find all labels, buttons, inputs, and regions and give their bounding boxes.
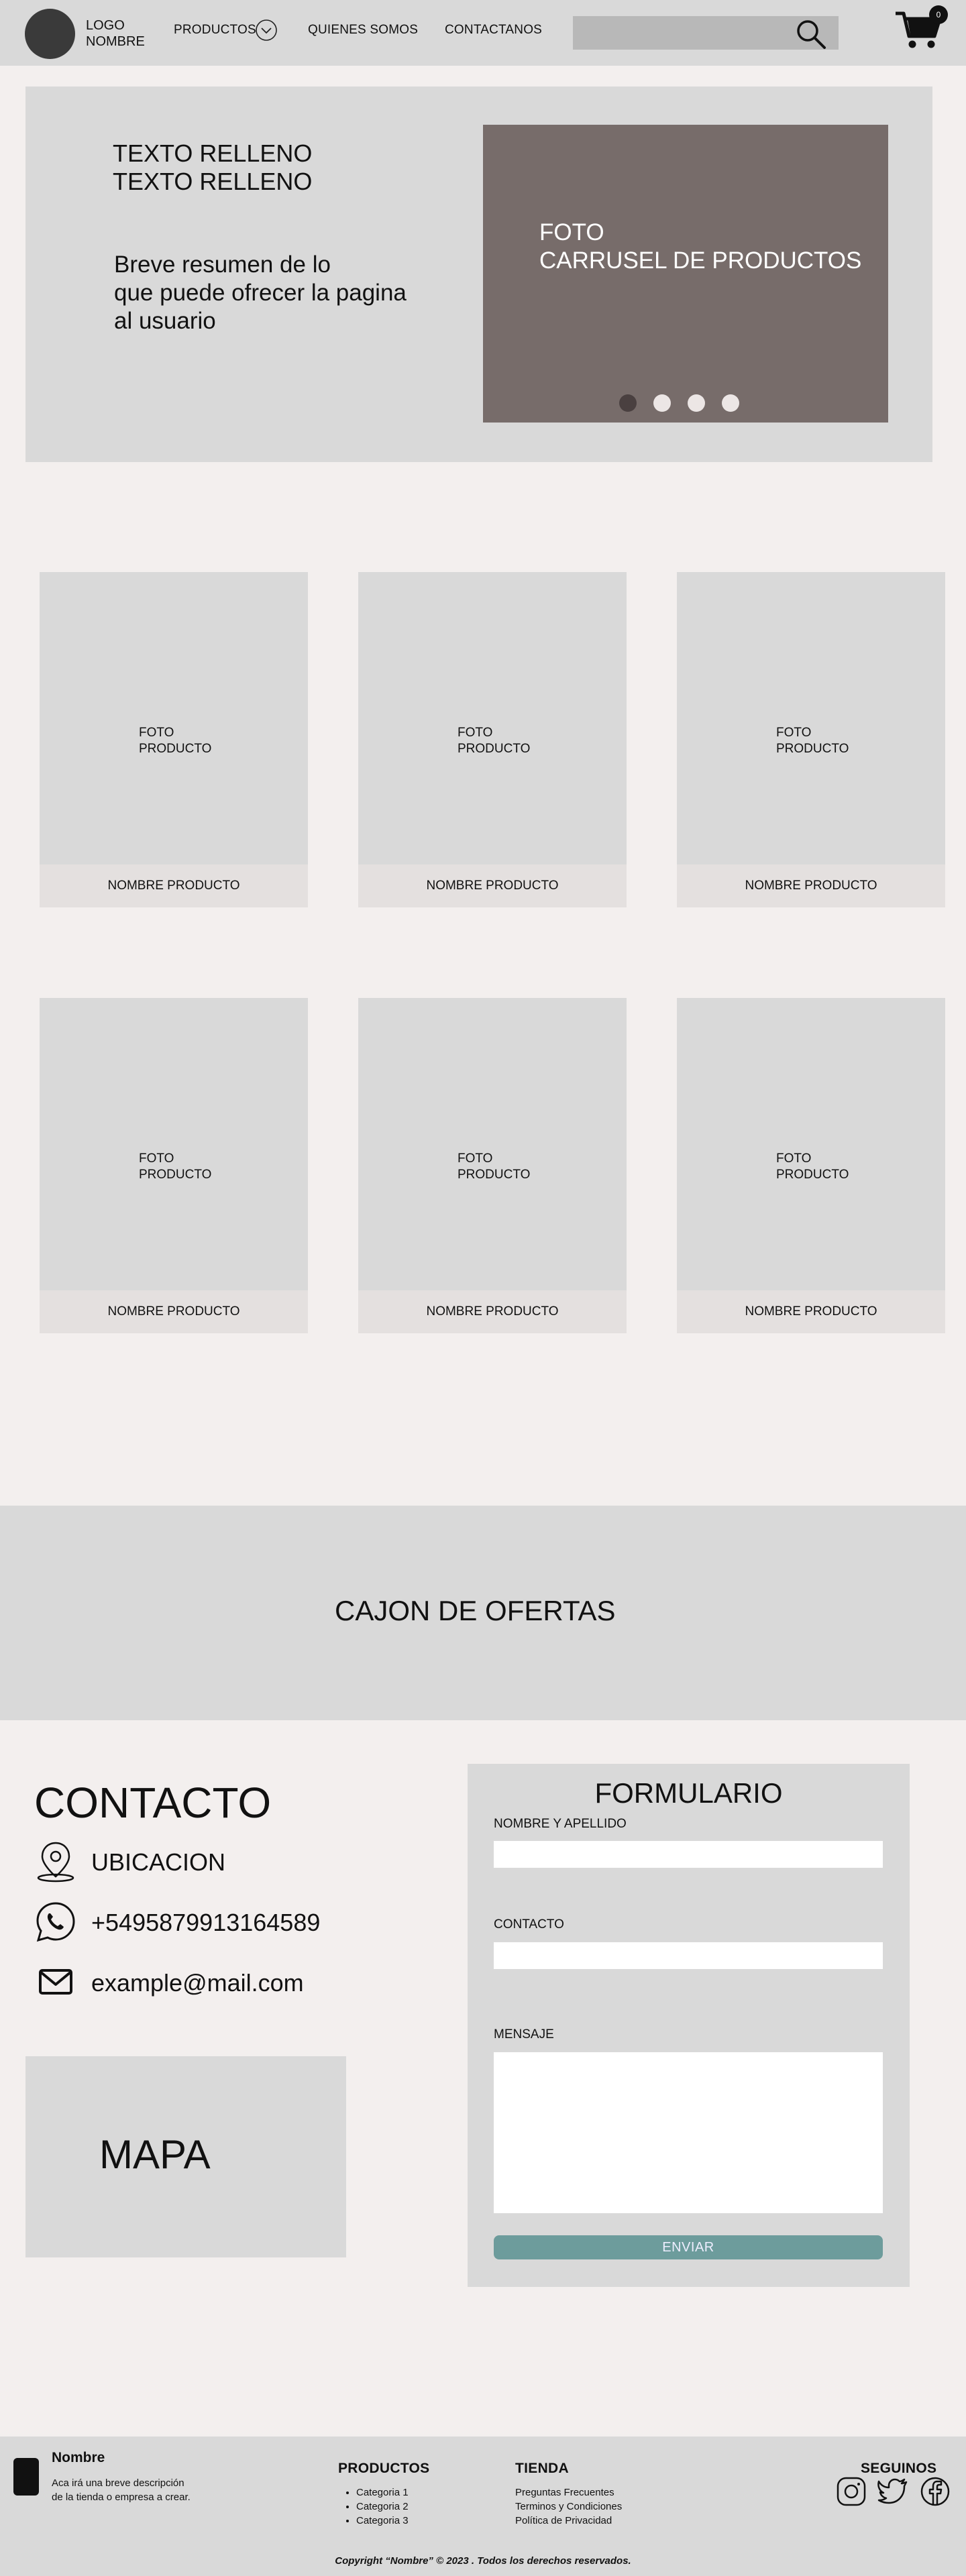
nav-contactanos[interactable]: CONTACTANOS: [445, 23, 542, 38]
footer-logo-icon[interactable]: [13, 2458, 39, 2496]
mail-icon: [39, 1969, 72, 1995]
product-photo: FOTO PRODUCTO: [776, 1152, 849, 1182]
whatsapp-icon: [36, 1902, 75, 1942]
carousel-dot[interactable]: [653, 394, 671, 412]
footer-store-link[interactable]: Política de Privacidad: [515, 2514, 622, 2528]
footer-store-link[interactable]: Preguntas Frecuentes: [515, 2485, 622, 2500]
offers-section[interactable]: CAJON DE OFERTAS: [0, 1506, 966, 1720]
footer-store-name: Nombre: [52, 2450, 105, 2465]
product-photo: FOTO PRODUCTO: [458, 726, 531, 756]
form-title: FORMULARIO: [594, 1777, 783, 1809]
product-name: NOMBRE PRODUCTO: [358, 1290, 627, 1333]
contact-title: CONTACTO: [34, 1779, 272, 1827]
hero-title: TEXTO RELLENO TEXTO RELLENO: [113, 139, 313, 195]
message-label: MENSAJE: [494, 2027, 554, 2041]
message-field[interactable]: [494, 2052, 883, 2213]
nav-productos[interactable]: PRODUCTOS: [174, 23, 256, 38]
footer-category-link[interactable]: Categoria 1: [356, 2485, 409, 2500]
email-text[interactable]: example@mail.com: [91, 1969, 304, 1997]
contact-label: CONTACTO: [494, 1917, 564, 1931]
footer-categories: Categoria 1 Categoria 2 Categoria 3: [341, 2485, 409, 2528]
offers-title: CAJON DE OFERTAS: [335, 1595, 616, 1626]
carousel-dot[interactable]: [619, 394, 637, 412]
product-card[interactable]: FOTO PRODUCTO NOMBRE PRODUCTO: [358, 572, 627, 907]
copyright-text: Copyright “Nombre” © 2023 . Todos los de…: [335, 2555, 631, 2567]
logo-icon[interactable]: [25, 9, 75, 59]
product-name: NOMBRE PRODUCTO: [40, 1290, 308, 1333]
submit-button[interactable]: ENVIAR: [494, 2235, 883, 2259]
product-card[interactable]: FOTO PRODUCTO NOMBRE PRODUCTO: [40, 572, 308, 907]
product-name: NOMBRE PRODUCTO: [40, 864, 308, 907]
hero-banner: TEXTO RELLENO TEXTO RELLENO Breve resume…: [25, 87, 932, 462]
product-photo: FOTO PRODUCTO: [776, 726, 849, 756]
carousel-dot[interactable]: [688, 394, 705, 412]
facebook-icon[interactable]: [919, 2475, 951, 2508]
footer: Nombre Aca irá una breve descripción de …: [0, 2437, 966, 2576]
contact-field[interactable]: [494, 1942, 883, 1969]
product-name: NOMBRE PRODUCTO: [358, 864, 627, 907]
navbar: LOGO NOMBRE PRODUCTOS QUIENES SOMOS CONT…: [0, 0, 966, 66]
footer-category-link[interactable]: Categoria 2: [356, 2500, 409, 2514]
instagram-icon[interactable]: [835, 2475, 867, 2508]
product-carousel[interactable]: FOTO CARRUSEL DE PRODUCTOS: [483, 125, 888, 423]
hero-summary: Breve resumen de lo que puede ofrecer la…: [114, 251, 407, 334]
carousel-dot[interactable]: [722, 394, 739, 412]
name-label: NOMBRE Y APELLIDO: [494, 1817, 627, 1831]
product-card[interactable]: FOTO PRODUCTO NOMBRE PRODUCTO: [677, 998, 945, 1333]
name-field[interactable]: [494, 1841, 883, 1868]
product-card[interactable]: FOTO PRODUCTO NOMBRE PRODUCTO: [40, 998, 308, 1333]
product-name: NOMBRE PRODUCTO: [677, 1290, 945, 1333]
footer-products-heading: PRODUCTOS: [338, 2461, 430, 2476]
twitter-icon[interactable]: [877, 2475, 909, 2508]
location-pin-icon: [37, 1842, 74, 1883]
footer-category-link[interactable]: Categoria 3: [356, 2514, 409, 2528]
footer-store-heading: TIENDA: [515, 2461, 569, 2476]
chevron-down-icon[interactable]: [255, 19, 278, 42]
footer-store-link[interactable]: Terminos y Condiciones: [515, 2500, 622, 2514]
footer-store-links: Preguntas Frecuentes Terminos y Condicio…: [515, 2485, 622, 2528]
search-icon[interactable]: [795, 18, 827, 50]
product-photo: FOTO PRODUCTO: [458, 1152, 531, 1182]
carousel-caption: FOTO CARRUSEL DE PRODUCTOS: [539, 219, 862, 274]
map-placeholder[interactable]: MAPA: [25, 2056, 346, 2257]
contact-form: FORMULARIO NOMBRE Y APELLIDO CONTACTO ME…: [468, 1764, 910, 2287]
map-label: MAPA: [99, 2132, 211, 2177]
logo-text[interactable]: LOGO NOMBRE: [86, 17, 145, 50]
product-name: NOMBRE PRODUCTO: [677, 864, 945, 907]
phone-text[interactable]: +5495879913164589: [91, 1909, 320, 1937]
product-photo: FOTO PRODUCTO: [139, 1152, 212, 1182]
cart-count-badge: 0: [929, 5, 948, 24]
nav-quienes-somos[interactable]: QUIENES SOMOS: [308, 23, 418, 38]
product-card[interactable]: FOTO PRODUCTO NOMBRE PRODUCTO: [358, 998, 627, 1333]
footer-follow-heading: SEGUINOS: [861, 2461, 937, 2476]
location-text: UBICACION: [91, 1848, 226, 1876]
product-photo: FOTO PRODUCTO: [139, 726, 212, 756]
product-card[interactable]: FOTO PRODUCTO NOMBRE PRODUCTO: [677, 572, 945, 907]
footer-description: Aca irá una breve descripción de la tien…: [52, 2477, 191, 2503]
